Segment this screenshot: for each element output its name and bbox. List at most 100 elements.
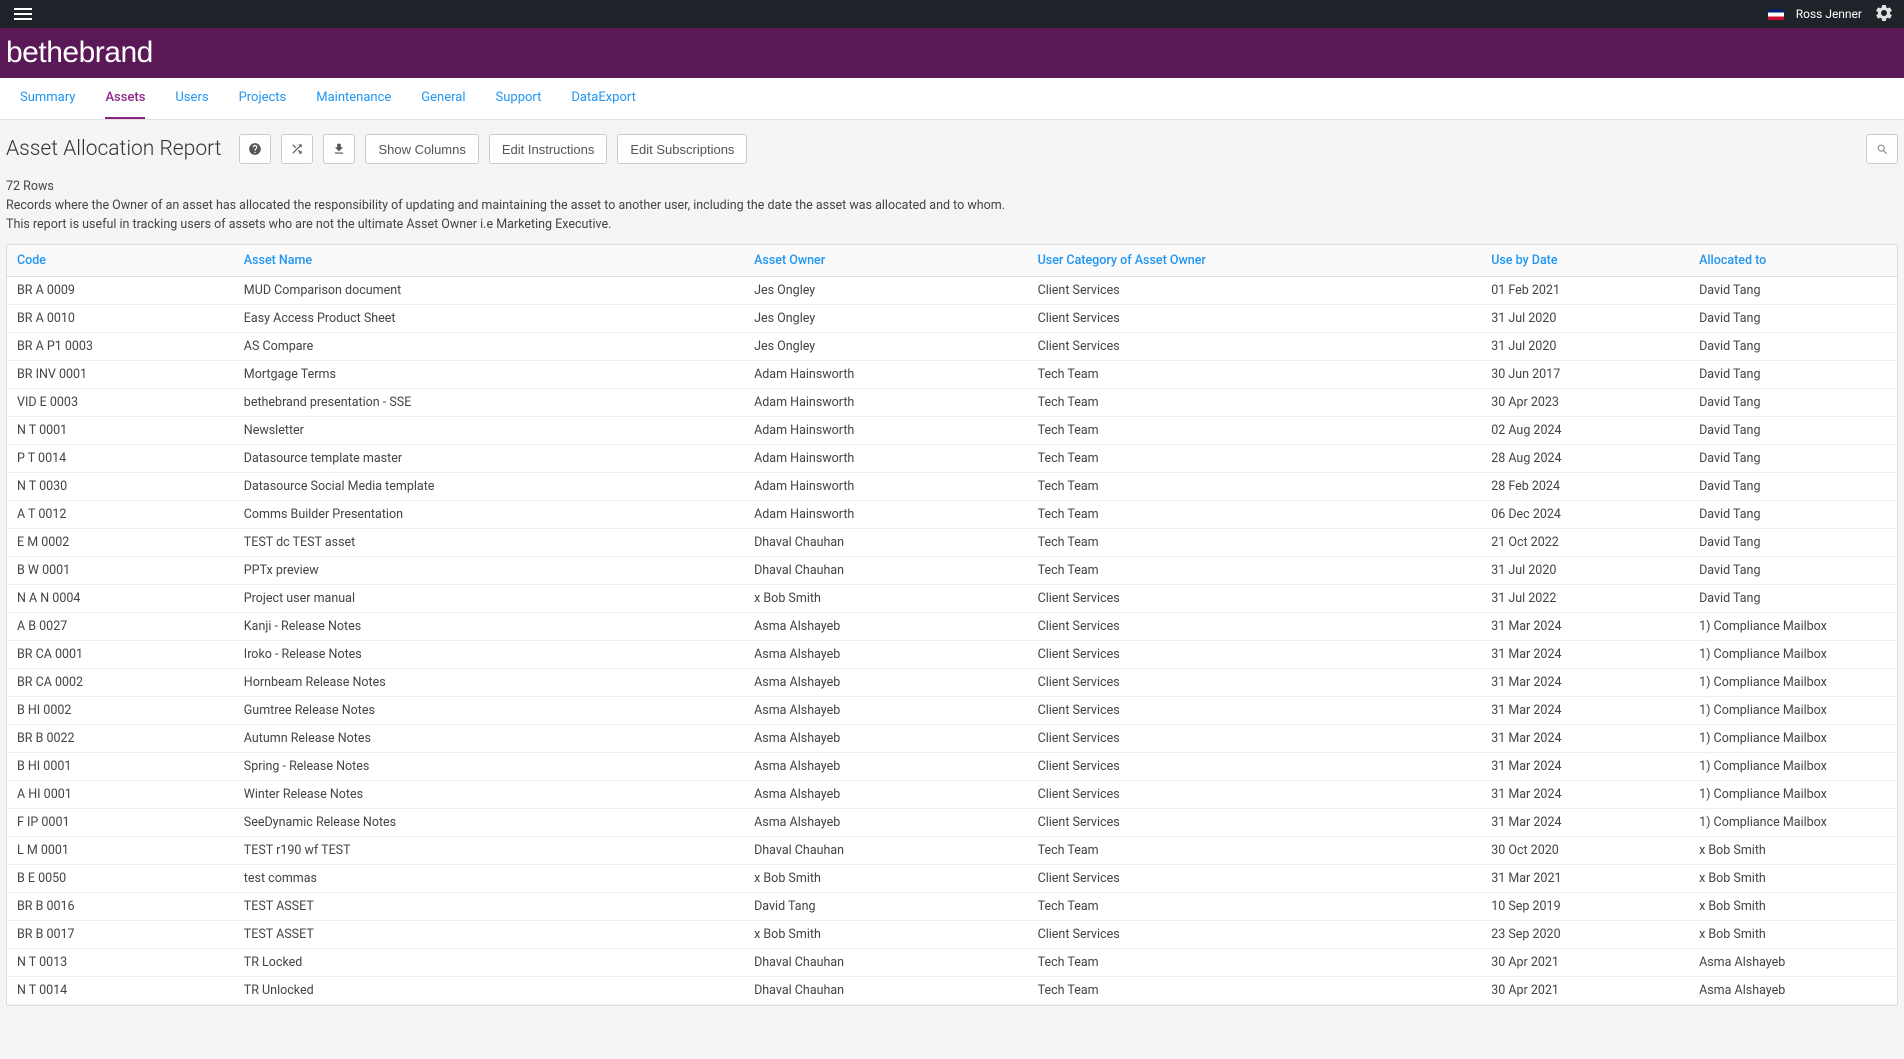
tab-users[interactable]: Users — [175, 78, 208, 119]
cell-code: BR B 0016 — [7, 893, 234, 921]
table-row[interactable]: N T 0001NewsletterAdam HainsworthTech Te… — [7, 417, 1897, 445]
table-row[interactable]: A T 0012Comms Builder PresentationAdam H… — [7, 501, 1897, 529]
cell-owner: Jes Ongley — [744, 277, 1028, 305]
show-columns-button[interactable]: Show Columns — [365, 134, 478, 164]
cell-allocated: 1) Compliance Mailbox — [1689, 781, 1897, 809]
cell-date: 30 Apr 2023 — [1481, 389, 1689, 417]
cell-owner: Adam Hainsworth — [744, 445, 1028, 473]
cell-category: Client Services — [1028, 585, 1482, 613]
table-row[interactable]: BR A 0010Easy Access Product SheetJes On… — [7, 305, 1897, 333]
search-button[interactable] — [1866, 134, 1898, 164]
user-name[interactable]: Ross Jenner — [1796, 7, 1862, 21]
cell-name: Datasource template master — [234, 445, 744, 473]
cell-owner: Adam Hainsworth — [744, 501, 1028, 529]
tab-summary[interactable]: Summary — [20, 78, 75, 119]
table-row[interactable]: BR A 0009MUD Comparison documentJes Ongl… — [7, 277, 1897, 305]
tab-projects[interactable]: Projects — [239, 78, 287, 119]
cell-name: Comms Builder Presentation — [234, 501, 744, 529]
cell-category: Client Services — [1028, 669, 1482, 697]
th-allocated-to[interactable]: Allocated to — [1689, 245, 1897, 277]
help-button[interactable] — [239, 134, 271, 164]
tab-dataexport[interactable]: DataExport — [571, 78, 635, 119]
cell-name: Easy Access Product Sheet — [234, 305, 744, 333]
cell-code: N T 0013 — [7, 949, 234, 977]
table-row[interactable]: N T 0030Datasource Social Media template… — [7, 473, 1897, 501]
tab-assets[interactable]: Assets — [105, 78, 145, 119]
cell-allocated: x Bob Smith — [1689, 837, 1897, 865]
cell-name: Spring - Release Notes — [234, 753, 744, 781]
table-row[interactable]: A HI 0001Winter Release NotesAsma Alshay… — [7, 781, 1897, 809]
cell-category: Tech Team — [1028, 529, 1482, 557]
table-row[interactable]: B E 0050test commasx Bob SmithClient Ser… — [7, 865, 1897, 893]
cell-date: 31 Mar 2024 — [1481, 641, 1689, 669]
cell-owner: Asma Alshayeb — [744, 781, 1028, 809]
table-row[interactable]: A B 0027Kanji - Release NotesAsma Alshay… — [7, 613, 1897, 641]
cell-allocated: David Tang — [1689, 333, 1897, 361]
page-title: Asset Allocation Report — [6, 137, 221, 161]
cell-allocated: 1) Compliance Mailbox — [1689, 613, 1897, 641]
table-row[interactable]: BR B 0017TEST ASSETx Bob SmithClient Ser… — [7, 921, 1897, 949]
cell-allocated: Asma Alshayeb — [1689, 977, 1897, 1005]
cell-name: Datasource Social Media template — [234, 473, 744, 501]
cell-name: Winter Release Notes — [234, 781, 744, 809]
tab-support[interactable]: Support — [496, 78, 542, 119]
brand-logo: bethebrand — [6, 36, 153, 70]
cell-category: Tech Team — [1028, 389, 1482, 417]
table-row[interactable]: BR B 0016TEST ASSETDavid TangTech Team10… — [7, 893, 1897, 921]
question-icon — [248, 142, 262, 156]
report-table-wrap: Code Asset Name Asset Owner User Categor… — [6, 244, 1898, 1006]
cell-owner: Dhaval Chauhan — [744, 949, 1028, 977]
cell-category: Client Services — [1028, 333, 1482, 361]
table-row[interactable]: E M 0002TEST dc TEST assetDhaval Chauhan… — [7, 529, 1897, 557]
cell-name: TEST dc TEST asset — [234, 529, 744, 557]
table-row[interactable]: B HI 0002Gumtree Release NotesAsma Alsha… — [7, 697, 1897, 725]
cell-date: 31 Jul 2020 — [1481, 305, 1689, 333]
cell-allocated: David Tang — [1689, 473, 1897, 501]
tab-maintenance[interactable]: Maintenance — [316, 78, 391, 119]
uk-flag-icon[interactable] — [1768, 9, 1784, 20]
hamburger-menu-icon[interactable] — [10, 4, 36, 24]
edit-instructions-button[interactable]: Edit Instructions — [489, 134, 608, 164]
th-asset-name[interactable]: Asset Name — [234, 245, 744, 277]
table-row[interactable]: BR INV 0001Mortgage TermsAdam Hainsworth… — [7, 361, 1897, 389]
th-user-category[interactable]: User Category of Asset Owner — [1028, 245, 1482, 277]
table-row[interactable]: L M 0001TEST r190 wf TESTDhaval ChauhanT… — [7, 837, 1897, 865]
table-row[interactable]: N A N 0004Project user manualx Bob Smith… — [7, 585, 1897, 613]
cell-code: N T 0030 — [7, 473, 234, 501]
table-row[interactable]: P T 0014Datasource template masterAdam H… — [7, 445, 1897, 473]
gear-icon[interactable] — [1874, 3, 1894, 26]
table-row[interactable]: N T 0014TR UnlockedDhaval ChauhanTech Te… — [7, 977, 1897, 1005]
th-asset-owner[interactable]: Asset Owner — [744, 245, 1028, 277]
tab-general[interactable]: General — [421, 78, 465, 119]
brand-bar: bethebrand — [0, 28, 1904, 78]
cell-category: Tech Team — [1028, 977, 1482, 1005]
table-row[interactable]: F IP 0001SeeDynamic Release NotesAsma Al… — [7, 809, 1897, 837]
table-row[interactable]: BR CA 0002Hornbeam Release NotesAsma Als… — [7, 669, 1897, 697]
table-row[interactable]: B HI 0001Spring - Release NotesAsma Alsh… — [7, 753, 1897, 781]
th-use-by-date[interactable]: Use by Date — [1481, 245, 1689, 277]
shuffle-button[interactable] — [281, 134, 313, 164]
cell-date: 31 Mar 2024 — [1481, 809, 1689, 837]
topbar: Ross Jenner — [0, 0, 1904, 28]
cell-owner: Jes Ongley — [744, 333, 1028, 361]
cell-date: 31 Jul 2022 — [1481, 585, 1689, 613]
table-row[interactable]: BR A P1 0003AS CompareJes OngleyClient S… — [7, 333, 1897, 361]
cell-code: B HI 0001 — [7, 753, 234, 781]
cell-name: bethebrand presentation - SSE — [234, 389, 744, 417]
table-row[interactable]: B W 0001PPTx previewDhaval ChauhanTech T… — [7, 557, 1897, 585]
table-row[interactable]: BR B 0022Autumn Release NotesAsma Alshay… — [7, 725, 1897, 753]
cell-allocated: 1) Compliance Mailbox — [1689, 809, 1897, 837]
table-row[interactable]: VID E 0003bethebrand presentation - SSEA… — [7, 389, 1897, 417]
table-row[interactable]: N T 0013TR LockedDhaval ChauhanTech Team… — [7, 949, 1897, 977]
cell-date: 06 Dec 2024 — [1481, 501, 1689, 529]
cell-name: Iroko - Release Notes — [234, 641, 744, 669]
edit-subscriptions-button[interactable]: Edit Subscriptions — [617, 134, 747, 164]
cell-code: BR CA 0001 — [7, 641, 234, 669]
cell-date: 30 Jun 2017 — [1481, 361, 1689, 389]
cell-category: Tech Team — [1028, 473, 1482, 501]
th-code[interactable]: Code — [7, 245, 234, 277]
table-row[interactable]: BR CA 0001Iroko - Release NotesAsma Alsh… — [7, 641, 1897, 669]
download-button[interactable] — [323, 134, 355, 164]
cell-code: BR B 0017 — [7, 921, 234, 949]
cell-name: test commas — [234, 865, 744, 893]
